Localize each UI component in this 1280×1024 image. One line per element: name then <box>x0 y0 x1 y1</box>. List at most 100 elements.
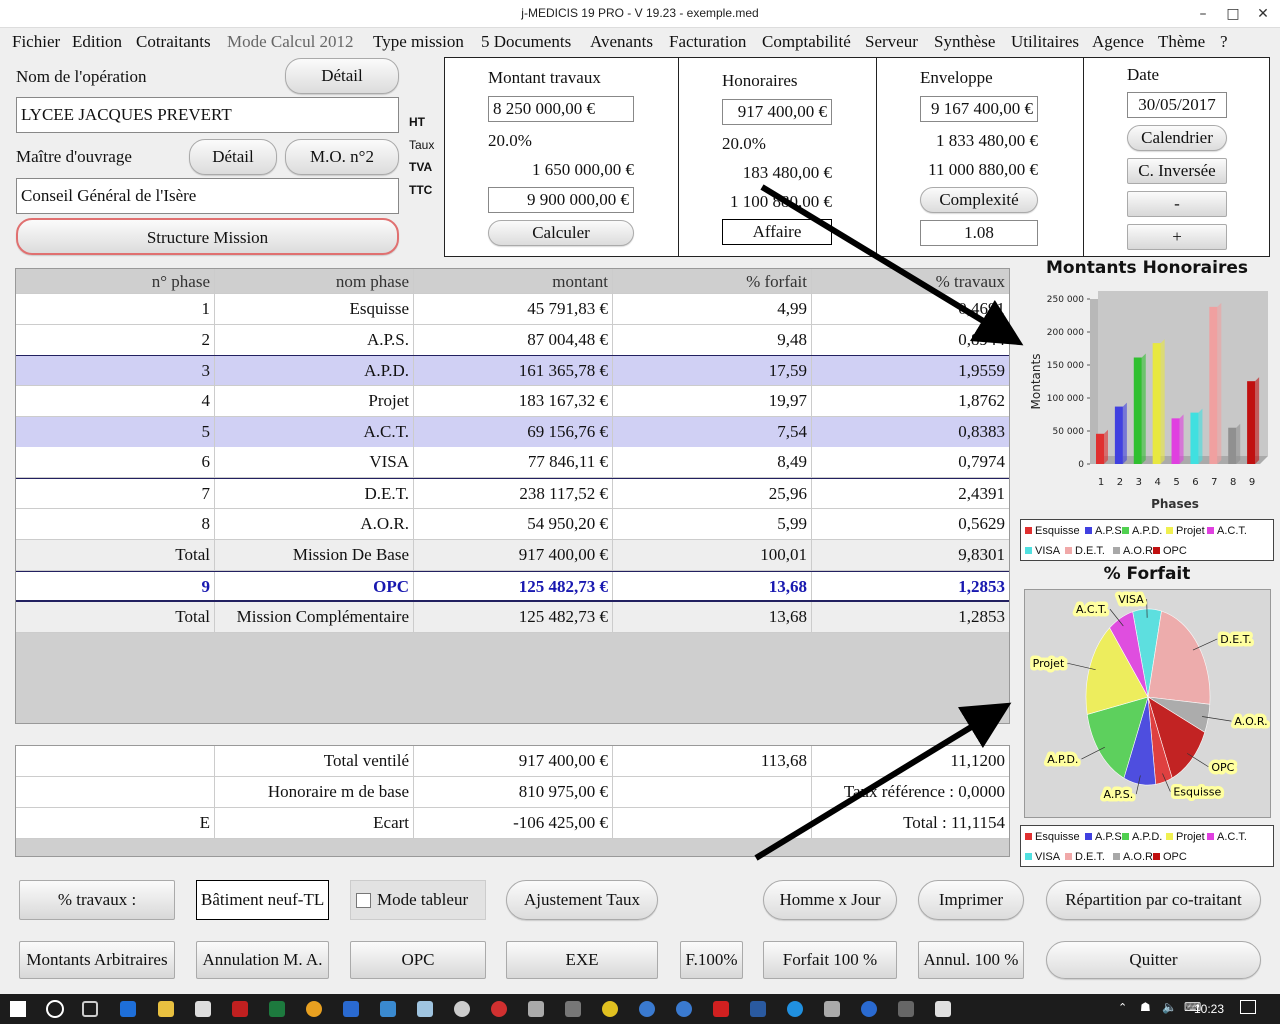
cell-travaux[interactable]: 9,8301 <box>812 540 1009 570</box>
cell-nom-phase[interactable]: A.P.D. <box>215 356 414 385</box>
bar-4[interactable] <box>1152 343 1161 464</box>
operation-detail-button[interactable]: Détail <box>285 58 399 94</box>
calculer-button[interactable]: Calculer <box>488 220 634 246</box>
table-row[interactable]: Total Mission De Base 917 400,00 €100,01 9,… <box>16 540 1009 571</box>
clock[interactable]: 10:23 <box>1194 1002 1224 1016</box>
menu-type-mission[interactable]: Type mission <box>373 32 464 52</box>
cell-nom-phase[interactable]: Mission Complémentaire <box>215 602 414 632</box>
cell-travaux[interactable]: 0,4691 <box>812 294 1009 324</box>
java-app-icon[interactable] <box>935 1001 951 1017</box>
cell-travaux[interactable]: 1,9559 <box>812 356 1009 385</box>
app-icon[interactable] <box>824 1001 840 1017</box>
annulation-ma-button[interactable]: Annulation M. A. <box>196 941 329 979</box>
cell-montant[interactable]: 183 167,32 € <box>414 386 613 416</box>
menu-agence[interactable]: Agence <box>1092 32 1144 52</box>
cell-n-phase[interactable]: 1 <box>16 294 215 324</box>
cell-nom-phase[interactable]: D.E.T. <box>215 479 414 508</box>
file-explorer-icon[interactable] <box>158 1001 174 1017</box>
cell-n-phase[interactable]: 6 <box>16 447 215 477</box>
notepad-icon[interactable] <box>417 1001 433 1017</box>
bar-5[interactable] <box>1171 418 1180 464</box>
minimize-icon[interactable]: – <box>1188 0 1218 28</box>
cell-montant[interactable]: 125 482,73 € <box>414 572 613 600</box>
close-icon[interactable]: ✕ <box>1248 0 1278 28</box>
table-row[interactable]: 1 Esquisse 45 791,83 €4,99 0,4691 <box>16 294 1009 325</box>
bar-6[interactable] <box>1190 412 1199 464</box>
annul-100-button[interactable]: Annul. 100 % <box>918 941 1024 979</box>
forfait-100-button[interactable]: Forfait 100 % <box>763 941 897 979</box>
bar-7[interactable] <box>1209 306 1218 464</box>
cell-travaux[interactable]: 0,7974 <box>812 447 1009 477</box>
cell-nom-phase[interactable]: A.P.S. <box>215 325 414 355</box>
cell-travaux[interactable]: 1,2853 <box>812 572 1009 600</box>
affaire-button[interactable]: Affaire <box>722 219 832 245</box>
calendrier-button[interactable]: Calendrier <box>1127 125 1227 151</box>
table-row[interactable]: 6 VISA 77 846,11 €8,49 0,7974 <box>16 447 1009 478</box>
cell-montant[interactable]: 77 846,11 € <box>414 447 613 477</box>
cell-montant[interactable]: 125 482,73 € <box>414 602 613 632</box>
cell-n-phase[interactable]: 8 <box>16 509 215 539</box>
structure-mission-button[interactable]: Structure Mission <box>16 218 399 255</box>
table-row[interactable]: Total Mission Complémentaire 125 482,73 €1… <box>16 602 1009 633</box>
cell-nom-phase[interactable]: OPC <box>215 572 414 600</box>
cell-montant[interactable]: 161 365,78 € <box>414 356 613 385</box>
menu-cotraitants[interactable]: Cotraitants <box>136 32 211 52</box>
cell-forfait[interactable]: 5,99 <box>613 509 812 539</box>
imprimer-button[interactable]: Imprimer <box>918 880 1024 920</box>
cell-travaux[interactable]: 0,8383 <box>812 417 1009 447</box>
app-icon[interactable] <box>528 1001 544 1017</box>
c-inversee-button[interactable]: C. Inversée <box>1127 158 1227 184</box>
minus-button[interactable]: - <box>1127 191 1227 217</box>
cell-montant[interactable]: 238 117,52 € <box>414 479 613 508</box>
edge-icon[interactable] <box>120 1001 136 1017</box>
excel-icon[interactable] <box>269 1001 285 1017</box>
app-icon[interactable] <box>491 1001 507 1017</box>
cell-travaux[interactable]: 2,4391 <box>812 479 1009 508</box>
table-row[interactable]: 9 OPC 125 482,73 €13,68 1,2853 <box>16 571 1009 602</box>
cell-n-phase[interactable]: 7 <box>16 479 215 508</box>
app-icon[interactable] <box>861 1001 877 1017</box>
cell-montant[interactable]: 69 156,76 € <box>414 417 613 447</box>
app-icon[interactable] <box>343 1001 359 1017</box>
menu-help[interactable]: ? <box>1220 32 1228 52</box>
app-icon[interactable] <box>639 1001 655 1017</box>
honoraires-ht-field[interactable]: 917 400,00 € <box>722 99 832 125</box>
menu-mode-calcul[interactable]: Mode Calcul 2012 <box>227 32 354 52</box>
complexite-button[interactable]: Complexité <box>920 187 1038 213</box>
cell-montant[interactable]: 54 950,20 € <box>414 509 613 539</box>
search-icon[interactable] <box>46 1000 64 1018</box>
table-row[interactable]: 4 Projet 183 167,32 €19,97 1,8762 <box>16 386 1009 417</box>
header-travaux[interactable]: % travaux <box>812 269 1009 293</box>
table-row[interactable]: 3 A.P.D. 161 365,78 €17,59 1,9559 <box>16 355 1009 386</box>
quitter-button[interactable]: Quitter <box>1046 941 1261 979</box>
app-icon[interactable] <box>676 1001 692 1017</box>
menu-fichier[interactable]: Fichier <box>12 32 60 52</box>
complexite-field[interactable]: 1.08 <box>920 220 1038 246</box>
mode-tableur-checkbox[interactable] <box>356 893 371 908</box>
date-field[interactable]: 30/05/2017 <box>1127 92 1227 118</box>
bar-1[interactable] <box>1096 433 1104 464</box>
cell-forfait[interactable]: 4,99 <box>613 294 812 324</box>
mode-tableur-toggle[interactable]: Mode tableur <box>350 880 486 920</box>
cell-nom-phase[interactable]: Esquisse <box>215 294 414 324</box>
operation-name-field[interactable]: LYCEE JACQUES PREVERT <box>16 97 399 133</box>
menu-avenants[interactable]: Avenants <box>590 32 653 52</box>
mo2-button[interactable]: M.O. n°2 <box>285 139 399 175</box>
enveloppe-ht-field[interactable]: 9 167 400,00 € <box>920 96 1038 122</box>
menu-facturation[interactable]: Facturation <box>669 32 746 52</box>
header-nom-phase[interactable]: nom phase <box>215 269 414 293</box>
cell-n-phase[interactable]: Total <box>16 540 215 570</box>
cell-montant[interactable]: 45 791,83 € <box>414 294 613 324</box>
bar-9[interactable] <box>1247 381 1256 464</box>
cell-forfait[interactable]: 100,01 <box>613 540 812 570</box>
table-row[interactable]: 8 A.O.R. 54 950,20 €5,99 0,5629 <box>16 509 1009 540</box>
app-icon[interactable] <box>565 1001 581 1017</box>
cell-forfait[interactable]: 19,97 <box>613 386 812 416</box>
mo-detail-button[interactable]: Détail <box>189 139 277 175</box>
menu-serveur[interactable]: Serveur <box>865 32 918 52</box>
menu-documents[interactable]: 5 Documents <box>481 32 571 52</box>
app-icon[interactable] <box>454 1001 470 1017</box>
batiment-field[interactable]: Bâtiment neuf-TL <box>196 880 329 920</box>
menu-comptabilite[interactable]: Comptabilité <box>762 32 851 52</box>
app-icon[interactable] <box>750 1001 766 1017</box>
